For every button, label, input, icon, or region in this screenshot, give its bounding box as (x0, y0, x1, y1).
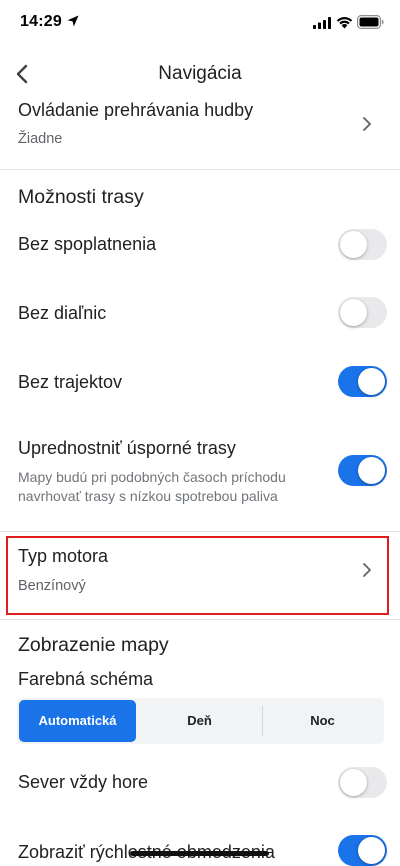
north-up-row: Sever vždy hore (0, 760, 400, 806)
toggle-knob (358, 837, 385, 864)
color-scheme-option-night[interactable]: Noc (263, 698, 382, 744)
cellular-signal-icon (313, 17, 331, 29)
battery-icon (357, 15, 384, 29)
avoid-highways-row: Bez diaľnic (0, 290, 400, 336)
divider (0, 169, 400, 170)
avoid-highways-toggle[interactable] (338, 297, 387, 328)
north-up-toggle[interactable] (338, 767, 387, 798)
highlight-box (6, 536, 389, 615)
wifi-icon (336, 17, 353, 29)
eco-routes-toggle[interactable] (338, 455, 387, 486)
location-arrow-icon (67, 15, 79, 27)
map-display-section-title: Zobrazenie mapy (18, 634, 169, 656)
status-time: 14:29 (20, 13, 62, 30)
toggle-knob (340, 769, 367, 796)
avoid-tolls-toggle[interactable] (338, 229, 387, 260)
speed-limits-toggle[interactable] (338, 835, 387, 866)
home-indicator[interactable] (130, 851, 269, 856)
north-up-label: Sever vždy hore (18, 772, 149, 792)
eco-routes-description-line1: Mapy budú pri podobných časoch príchodu (18, 469, 286, 485)
status-bar: 14:29 (0, 0, 400, 46)
music-control-title: Ovládanie prehrávania hudby (18, 100, 254, 120)
divider (0, 619, 400, 620)
color-scheme-option-day[interactable]: Deň (138, 698, 261, 744)
toggle-knob (358, 457, 385, 484)
speed-limits-row: Zobraziť rýchlostné obmedzenia (0, 830, 400, 866)
avoid-ferries-row: Bez trajektov (0, 359, 400, 405)
eco-routes-row: Uprednostniť úsporné trasy Mapy budú pri… (0, 436, 400, 516)
music-control-row[interactable]: Ovládanie prehrávania hudby Žiadne (0, 96, 400, 168)
avoid-tolls-row: Bez spoplatnenia (0, 222, 400, 268)
chevron-right-icon (363, 117, 371, 131)
header: Navigácia (0, 48, 400, 100)
color-scheme-label: Farebná schéma (18, 669, 154, 689)
color-scheme-option-auto[interactable]: Automatická (19, 700, 136, 742)
eco-routes-description-line2: navrhovať trasy s nízkou spotrebou paliv… (18, 488, 278, 504)
toggle-knob (340, 299, 367, 326)
music-control-value: Žiadne (18, 131, 63, 147)
eco-routes-label: Uprednostniť úsporné trasy (18, 438, 236, 458)
avoid-ferries-label: Bez trajektov (18, 372, 123, 392)
avoid-highways-label: Bez diaľnic (18, 303, 107, 323)
avoid-ferries-toggle[interactable] (338, 366, 387, 397)
divider (0, 531, 400, 532)
avoid-tolls-label: Bez spoplatnenia (18, 234, 157, 254)
color-scheme-segmented-control: Automatická Deň Noc (17, 698, 384, 744)
page-title: Navigácia (158, 63, 242, 84)
route-options-section-title: Možnosti trasy (18, 186, 144, 208)
toggle-knob (358, 368, 385, 395)
toggle-knob (340, 231, 367, 258)
